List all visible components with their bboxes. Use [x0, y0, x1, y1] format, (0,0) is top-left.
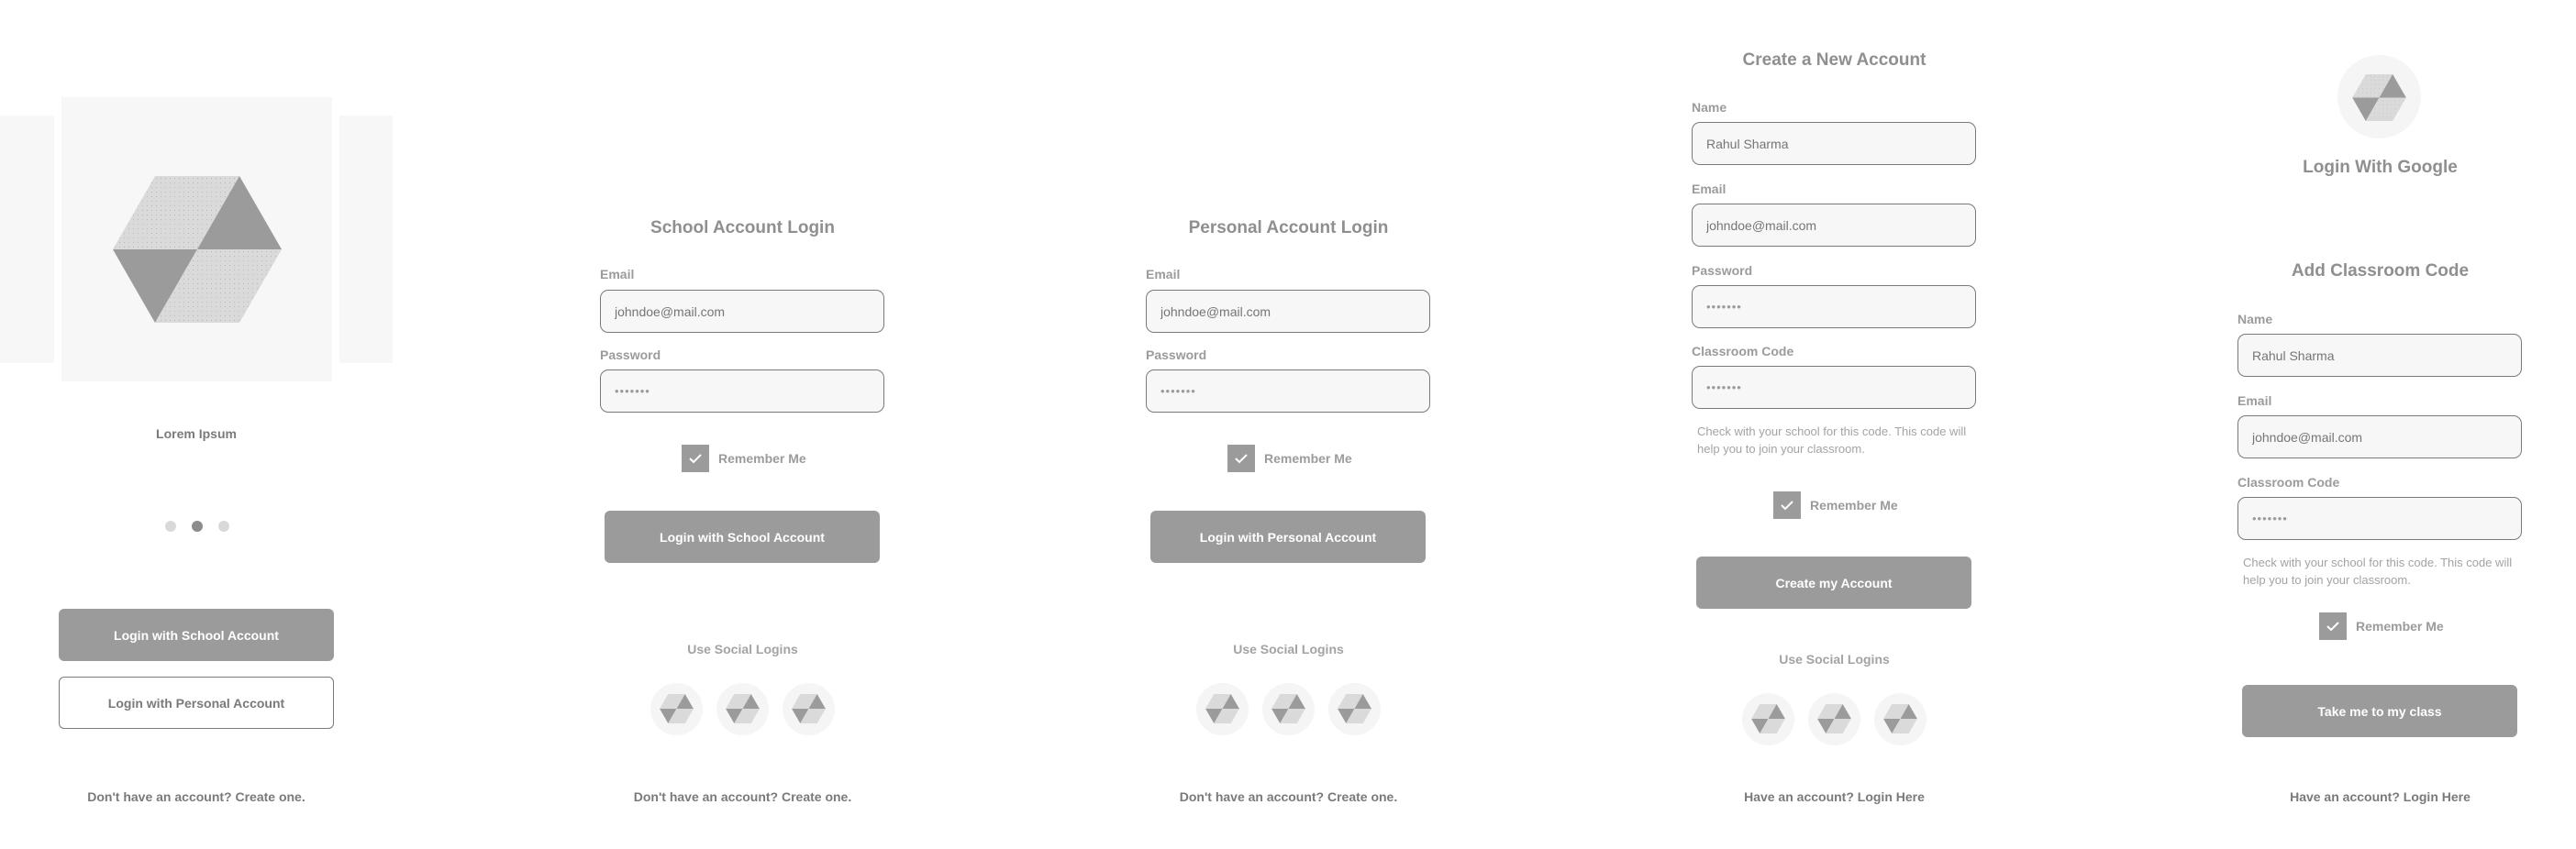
- remember-me-label[interactable]: Remember Me: [1810, 498, 1898, 513]
- social-login-button-2[interactable]: [1262, 683, 1315, 735]
- carousel-slide-previous[interactable]: [0, 116, 54, 363]
- carousel-slide-next[interactable]: [339, 116, 393, 363]
- classroom-code-screen: Login With Google Add Classroom Code Nam…: [2107, 0, 2576, 849]
- social-logins-label: Use Social Logins: [1779, 652, 1890, 667]
- password-field[interactable]: [600, 369, 884, 413]
- classroom-code-help-text: Check with your school for this code. Th…: [2243, 556, 2513, 587]
- name-label: Name: [2237, 312, 2273, 326]
- create-account-link[interactable]: Don't have an account? Create one.: [470, 789, 1016, 804]
- social-login-button-3[interactable]: [1874, 693, 1926, 745]
- social-login-button-1[interactable]: [650, 683, 703, 735]
- carousel-dot-1[interactable]: [165, 521, 176, 532]
- classroom-code-label: Classroom Code: [1692, 344, 1794, 358]
- take-me-to-class-button[interactable]: Take me to my class: [2242, 685, 2517, 737]
- social-login-button-1[interactable]: [1742, 693, 1794, 745]
- email-label: Email: [2237, 393, 2272, 408]
- remember-me-label[interactable]: Remember Me: [2356, 619, 2444, 634]
- carousel-dot-2[interactable]: [192, 521, 203, 532]
- remember-me-checkbox[interactable]: [1227, 445, 1255, 472]
- social-login-icon: [792, 694, 826, 723]
- login-personal-submit-button[interactable]: Login with Personal Account: [1150, 511, 1426, 563]
- social-login-button-2[interactable]: [716, 683, 769, 735]
- login-school-submit-button[interactable]: Login with School Account: [605, 511, 880, 563]
- email-label: Email: [1692, 182, 1727, 196]
- social-login-button-3[interactable]: [783, 683, 835, 735]
- email-label: Email: [600, 267, 635, 281]
- page-title: School Account Login: [650, 218, 835, 237]
- login-personal-account-button[interactable]: Login with Personal Account: [59, 677, 334, 729]
- password-label: Password: [1146, 347, 1207, 362]
- checkmark-icon: [689, 454, 702, 464]
- social-login-icon: [1338, 694, 1371, 723]
- social-login-icon: [1817, 704, 1851, 733]
- remember-me-checkbox[interactable]: [1773, 491, 1801, 519]
- school-login-screen: School Account Login Email Password Reme…: [470, 0, 1016, 849]
- google-login-button[interactable]: [2337, 55, 2421, 138]
- classroom-code-field[interactable]: [2237, 497, 2522, 540]
- password-field[interactable]: [1146, 369, 1430, 413]
- remember-me-checkbox[interactable]: [2319, 612, 2347, 640]
- name-field[interactable]: [1692, 122, 1976, 165]
- personal-login-screen: Personal Account Login Email Password Re…: [1016, 0, 1561, 849]
- checkmark-icon: [1781, 501, 1793, 511]
- password-label: Password: [600, 347, 661, 362]
- social-login-icon: [660, 694, 694, 723]
- email-field[interactable]: [1146, 290, 1430, 333]
- carousel-dot-3[interactable]: [218, 521, 229, 532]
- create-account-submit-button[interactable]: Create my Account: [1696, 557, 1971, 609]
- remember-me-checkbox[interactable]: [682, 445, 709, 472]
- social-login-button-1[interactable]: [1196, 683, 1249, 735]
- create-account-screen: Create a New Account Name Email Password…: [1561, 0, 2107, 849]
- create-account-link[interactable]: Don't have an account? Create one.: [1016, 789, 1561, 804]
- checkmark-icon: [2326, 622, 2339, 632]
- classroom-code-label: Classroom Code: [2237, 475, 2340, 490]
- carousel-caption: Lorem Ipsum: [156, 426, 237, 441]
- email-field[interactable]: [2237, 415, 2522, 458]
- login-school-account-button[interactable]: Login with School Account: [59, 609, 334, 661]
- classroom-code-field[interactable]: [1692, 366, 1976, 409]
- onboarding-screen: Lorem Ipsum Login with School Account Lo…: [0, 0, 394, 849]
- email-field[interactable]: [600, 290, 884, 333]
- remember-me-label[interactable]: Remember Me: [718, 451, 806, 466]
- social-login-icon: [726, 694, 760, 723]
- carousel-slide-current[interactable]: [61, 97, 332, 381]
- password-field[interactable]: [1692, 285, 1976, 328]
- page-title: Add Classroom Code: [2291, 261, 2470, 281]
- social-logins-label: Use Social Logins: [687, 642, 798, 656]
- social-login-icon: [1751, 704, 1785, 733]
- social-login-button-2[interactable]: [1808, 693, 1860, 745]
- remember-me-label[interactable]: Remember Me: [1264, 451, 1352, 466]
- email-field[interactable]: [1692, 204, 1976, 247]
- google-logo-icon: [2352, 74, 2406, 121]
- name-label: Name: [1692, 100, 1727, 115]
- login-here-link[interactable]: Have an account? Login Here: [2107, 789, 2576, 804]
- social-login-icon: [1271, 694, 1305, 723]
- page-title: Personal Account Login: [1188, 218, 1389, 237]
- classroom-code-help-text: Check with your school for this code. Th…: [1697, 424, 1967, 456]
- checkmark-icon: [1235, 454, 1248, 464]
- social-login-icon: [1883, 704, 1917, 733]
- create-account-link[interactable]: Don't have an account? Create one.: [0, 789, 393, 804]
- page-title: Create a New Account: [1742, 50, 1926, 70]
- google-login-label[interactable]: Login With Google: [2107, 158, 2576, 178]
- social-login-button-3[interactable]: [1328, 683, 1381, 735]
- password-label: Password: [1692, 263, 1753, 278]
- hexagon-placeholder-icon: [113, 176, 282, 323]
- name-field[interactable]: [2237, 334, 2522, 377]
- social-login-icon: [1205, 694, 1239, 723]
- email-label: Email: [1146, 267, 1181, 281]
- social-logins-label: Use Social Logins: [1233, 642, 1344, 656]
- login-here-link[interactable]: Have an account? Login Here: [1561, 789, 2107, 804]
